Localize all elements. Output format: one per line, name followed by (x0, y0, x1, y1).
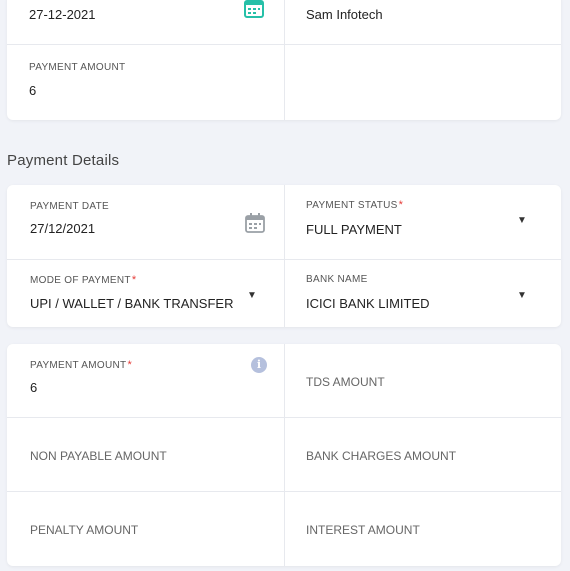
payment-details-card: PAYMENT DATE 27/12/2021 PAYMENT STATUS* … (7, 185, 561, 327)
chevron-down-icon[interactable]: ▼ (517, 215, 527, 226)
interest-amount-placeholder: INTEREST AMOUNT (306, 523, 420, 537)
mode-of-payment-value: UPI / WALLET / BANK TRANSFER (30, 296, 234, 311)
amounts-card: PAYMENT AMOUNT* 6 i TDS AMOUNT NON PAYAB… (7, 344, 561, 566)
mode-of-payment-select[interactable]: MODE OF PAYMENT* UPI / WALLET / BANK TRA… (7, 260, 284, 327)
calendar-icon[interactable] (244, 0, 264, 18)
non-payable-amount-placeholder: NON PAYABLE AMOUNT (30, 449, 167, 463)
top-payment-amount-field[interactable]: PAYMENT AMOUNT 6 (7, 45, 284, 120)
info-icon[interactable]: i (251, 357, 267, 373)
mode-of-payment-label-text: MODE OF PAYMENT (30, 275, 131, 286)
company-field[interactable]: Sam Infotech (285, 0, 561, 44)
payment-status-select[interactable]: PAYMENT STATUS* FULL PAYMENT ▼ (285, 185, 561, 259)
bank-charges-amount-placeholder: BANK CHARGES AMOUNT (306, 449, 457, 463)
top-payment-amount-value: 6 (29, 83, 37, 98)
tds-amount-placeholder: TDS AMOUNT (306, 375, 385, 389)
mode-of-payment-label: MODE OF PAYMENT* (30, 274, 136, 286)
payment-date-value: 27/12/2021 (30, 221, 96, 236)
payment-status-label: PAYMENT STATUS* (306, 199, 403, 211)
payment-status-value: FULL PAYMENT (306, 222, 402, 237)
payment-status-label-text: PAYMENT STATUS (306, 200, 398, 211)
bank-name-select[interactable]: BANK NAME ICICI BANK LIMITED ▼ (285, 260, 561, 327)
bank-name-label: BANK NAME (306, 274, 368, 285)
section-title: Payment Details (7, 152, 120, 169)
payment-date-field[interactable]: PAYMENT DATE 27/12/2021 (7, 185, 284, 259)
non-payable-amount-field[interactable]: NON PAYABLE AMOUNT (7, 418, 284, 491)
date-field[interactable]: 27-12-2021 (7, 0, 284, 44)
required-mark: * (398, 199, 404, 211)
payment-amount-label-text: PAYMENT AMOUNT (30, 360, 127, 371)
date-value: 27-12-2021 (29, 7, 96, 22)
payment-amount-label: PAYMENT AMOUNT* (30, 359, 132, 371)
calendar-icon[interactable] (245, 213, 265, 233)
top-card: 27-12-2021 Sam Infotech PAYMENT AMOUNT 6 (7, 0, 561, 120)
bank-charges-amount-field[interactable]: BANK CHARGES AMOUNT (285, 418, 561, 491)
payment-date-label: PAYMENT DATE (30, 201, 109, 212)
penalty-amount-field[interactable]: PENALTY AMOUNT (7, 492, 284, 566)
tds-amount-field[interactable]: TDS AMOUNT (285, 344, 561, 417)
payment-amount-field[interactable]: PAYMENT AMOUNT* 6 i (7, 344, 284, 417)
top-payment-amount-label: PAYMENT AMOUNT (29, 62, 126, 73)
interest-amount-field[interactable]: INTEREST AMOUNT (285, 492, 561, 566)
required-mark: * (127, 359, 133, 371)
company-value: Sam Infotech (306, 7, 383, 22)
payment-amount-value: 6 (30, 380, 38, 395)
chevron-down-icon[interactable]: ▼ (247, 290, 257, 301)
penalty-amount-placeholder: PENALTY AMOUNT (30, 523, 139, 537)
bank-name-value: ICICI BANK LIMITED (306, 296, 430, 311)
required-mark: * (131, 274, 137, 286)
chevron-down-icon[interactable]: ▼ (517, 290, 527, 301)
